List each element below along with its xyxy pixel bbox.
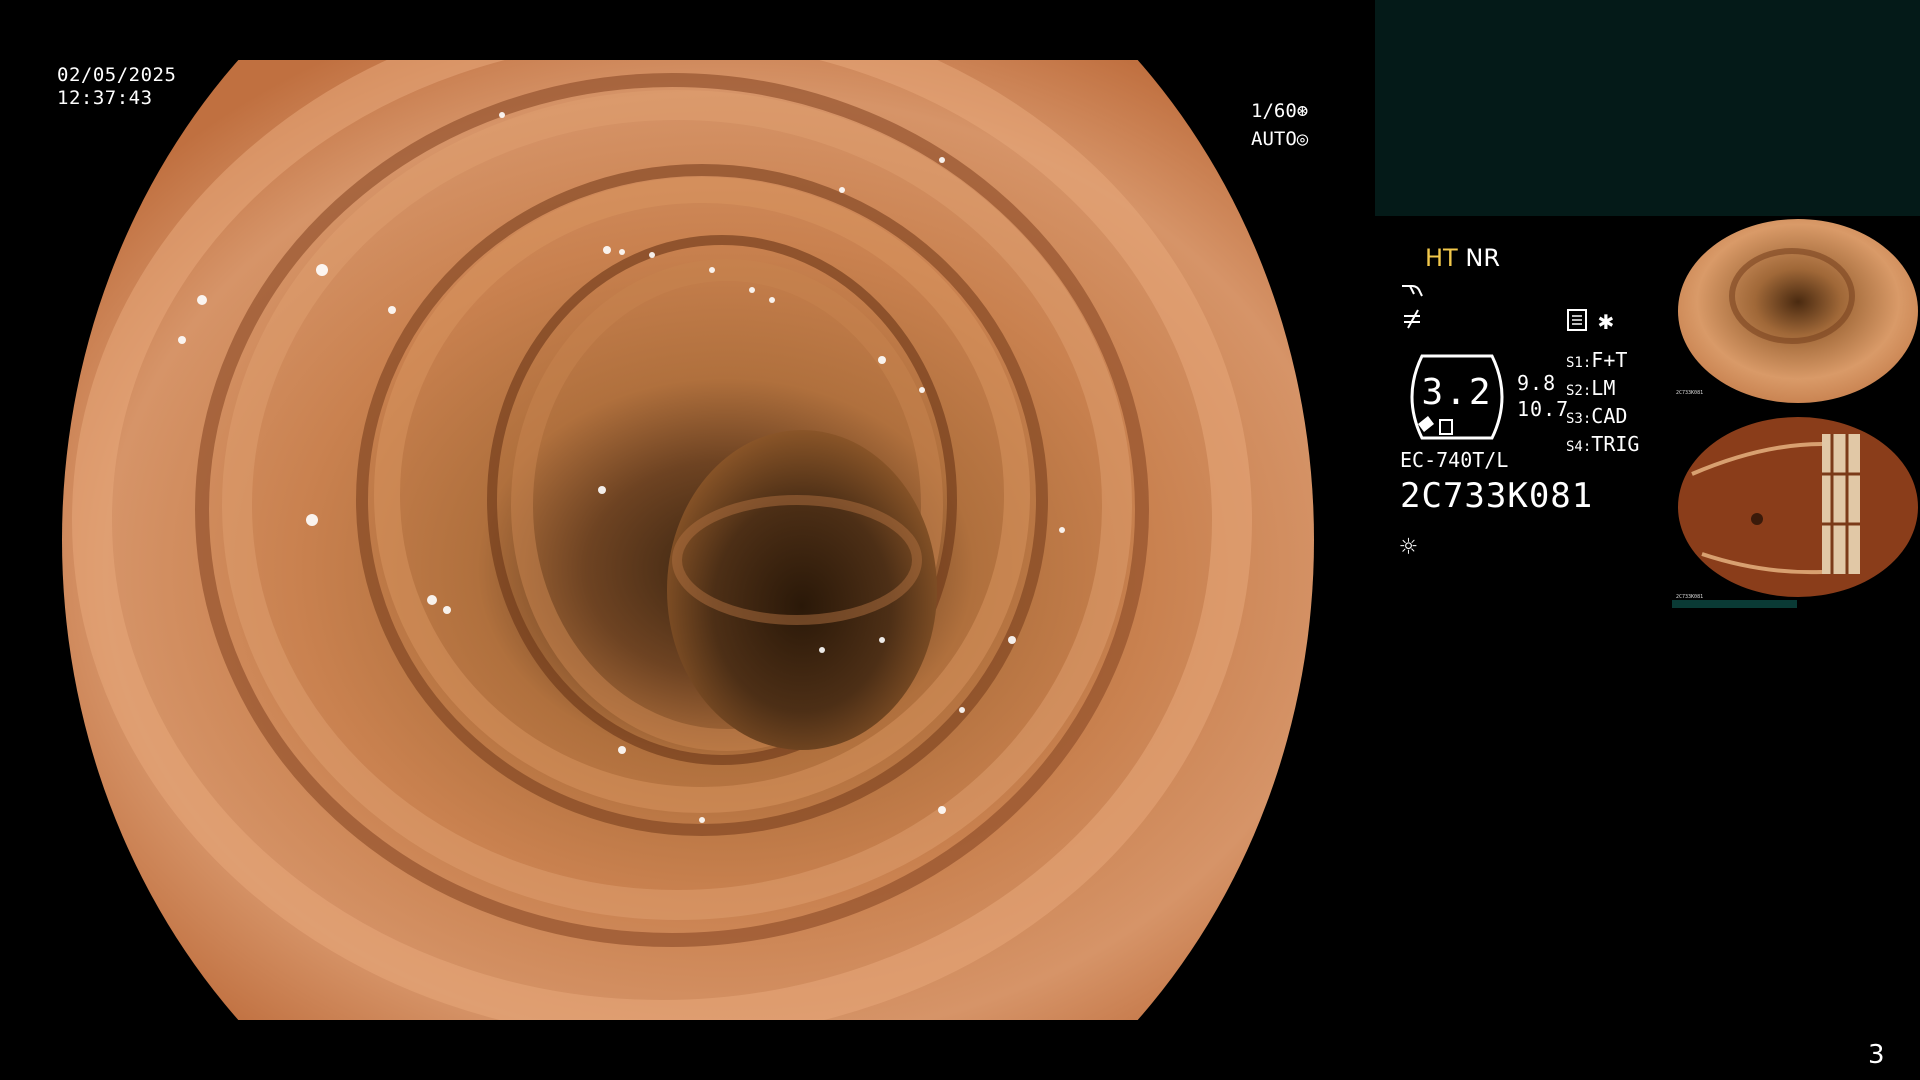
enhancement-modes: HT NR [1425,244,1500,272]
switch-row: S1:F+T [1566,348,1628,372]
switch-list: S1:F+T S2:LM S3:CAD S4:TRIG [1566,348,1639,460]
iris-icon: ◎ [1296,128,1309,150]
brightness-sun-icon: ☼ [1400,530,1417,563]
thumbnail-2-label: 2C733K081 [1676,594,1704,600]
thumbnail-2[interactable] [1672,414,1920,600]
aperture-icon: ⊛ [1296,100,1309,122]
endoscope-view [62,60,1314,1020]
zoom-right-value: 10.7 [1517,397,1570,421]
switch-row: S4:TRIG [1566,432,1640,456]
switch-row: S2:LM [1566,376,1616,400]
date-label: 02/05/2025 [57,64,177,86]
page-number: 3 [1868,1040,1885,1070]
date-time: 02/05/2025 12:37:43 [57,64,176,110]
asterisk-icon: ✱ [1598,306,1614,336]
scope-model: EC-740T/L [1400,448,1509,472]
thumbnail-1[interactable] [1672,216,1920,406]
ht-mode: HT [1425,244,1458,272]
shutter-speed: 1/60 [1251,100,1297,122]
time-label: 12:37:43 [57,87,153,109]
zoom-value: 3.2 [1421,372,1493,413]
switch-row: S3:CAD [1566,404,1628,428]
scope-serial: 2C733K081 [1400,476,1594,516]
colon-lumen-image [62,60,1314,1020]
thumbnail-1-label: 2C733K081 [1676,390,1704,396]
shutter-mode: AUTO [1251,128,1297,150]
document-list-icon [1565,308,1595,336]
signal-slash-icon [1400,306,1430,334]
zoom-left-value: 9.8 [1517,371,1557,395]
nr-mode: NR [1465,244,1500,272]
zoom-side-values: 9.8 10.7 [1517,370,1569,422]
shutter-info: 1/60⊛ AUTO◎ [1251,97,1308,153]
curve-wave-icon [1400,278,1430,306]
teal-info-panel [1375,0,1920,216]
thumbnail-2-bar [1672,600,1797,608]
